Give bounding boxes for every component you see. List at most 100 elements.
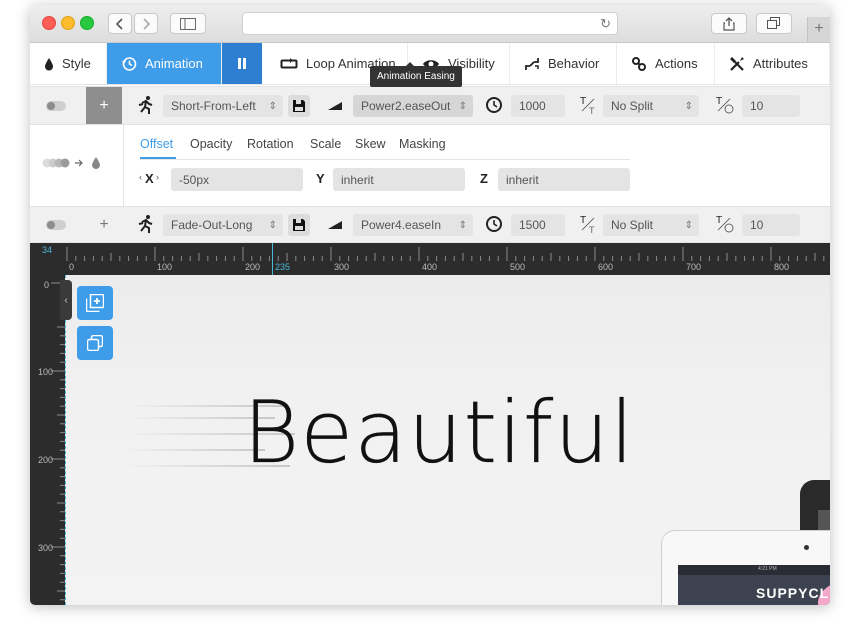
tab-animation[interactable]: Animation: [107, 43, 222, 84]
running-man-icon: [138, 215, 153, 233]
save-preset-button[interactable]: [288, 95, 310, 117]
subtab-rotation[interactable]: Rotation: [247, 137, 294, 151]
in-animation-toggle[interactable]: [46, 101, 66, 111]
tab-label: Style: [62, 56, 91, 71]
subtab-masking[interactable]: Masking: [399, 137, 446, 151]
z-axis-label: Z: [480, 171, 488, 186]
split-delay-icon: T: [716, 96, 734, 114]
tab-attributes[interactable]: Attributes: [715, 43, 830, 84]
out-animation-row: + Fade-Out-Long Power4.easeIn 1500 T T No…: [30, 206, 830, 243]
active-subtab-indicator: [140, 157, 176, 159]
out-split-delay-input[interactable]: 10: [742, 214, 800, 236]
save-out-preset-button[interactable]: [288, 214, 310, 236]
easing-icon: [328, 221, 342, 229]
ruler-corner-value: 34: [42, 245, 53, 255]
tablet-image-layer[interactable]: 4:21 PM SUPPYCLIC: [661, 530, 830, 605]
loop-icon: [280, 57, 298, 68]
in-transition-select[interactable]: Short-From-Left: [163, 95, 283, 117]
svg-text:T: T: [716, 215, 722, 226]
pause-animation-button[interactable]: [222, 43, 262, 84]
tab-label: Behavior: [548, 56, 600, 71]
horizontal-ruler: 34 0 100 200 235 300 400 500 600 700 800: [30, 243, 830, 275]
tab-label: Animation: [145, 56, 203, 71]
animation-detail-panel: Offset Opacity Rotation Scale Skew Maski…: [30, 125, 830, 207]
new-tab-button[interactable]: +: [807, 17, 830, 42]
x-axis-arrows-left: ‹: [139, 172, 142, 182]
vruler-label-100: 100: [38, 367, 54, 377]
zoom-window-button[interactable]: [80, 16, 94, 30]
forward-button[interactable]: [134, 13, 158, 34]
drop-icon: [45, 57, 53, 70]
vertical-ruler: 0 100 200 300: [30, 275, 65, 605]
vruler-label-200: 200: [38, 455, 54, 465]
svg-text:T: T: [580, 96, 586, 107]
ruler-label-800: 800: [774, 262, 790, 272]
ruler-label-100: 100: [157, 262, 173, 272]
x-axis-label: X: [145, 171, 154, 186]
browser-window: ↻ + Style Animation Loop Animation Visib…: [30, 5, 830, 605]
out-duration-input[interactable]: 1500: [511, 214, 565, 236]
share-icon: [723, 16, 735, 31]
ruler-label-200: 200: [245, 262, 261, 272]
back-button[interactable]: [108, 13, 132, 34]
subtab-scale[interactable]: Scale: [310, 137, 341, 151]
split-text-icon: TT: [580, 96, 595, 114]
minimize-window-button[interactable]: [61, 16, 75, 30]
close-window-button[interactable]: [42, 16, 56, 30]
offset-x-input[interactable]: -50px: [171, 168, 303, 191]
share-button[interactable]: [711, 13, 747, 34]
layer-panel-toggle[interactable]: ‹: [60, 280, 72, 320]
tab-label: Attributes: [753, 56, 808, 71]
link-icon: [632, 56, 646, 71]
subtab-skew[interactable]: Skew: [355, 137, 386, 151]
browser-toolbar: ↻ +: [30, 5, 830, 43]
ruler-position-marker: [272, 243, 273, 275]
ruler-label-400: 400: [422, 262, 438, 272]
offset-z-input[interactable]: inherit: [498, 168, 630, 191]
add-layer-button[interactable]: [77, 286, 113, 320]
in-duration-input[interactable]: 1000: [511, 95, 565, 117]
slide-canvas[interactable]: Beautiful 4:21 PM SUPPYCLIC: [65, 275, 830, 605]
duplicate-layer-button[interactable]: [77, 326, 113, 360]
reload-icon[interactable]: ↻: [600, 16, 611, 32]
ruler-marker-value: 235: [275, 262, 291, 272]
property-subtabs: Offset Opacity Rotation Scale Skew Maski…: [140, 137, 630, 160]
chevron-left-icon: [115, 17, 123, 30]
tablet-status-bar: 4:21 PM: [678, 565, 830, 575]
headline-layer[interactable]: Beautiful: [243, 383, 635, 483]
subtab-opacity[interactable]: Opacity: [190, 137, 232, 151]
out-transition-select[interactable]: Fade-Out-Long: [163, 214, 283, 236]
behavior-icon: [525, 57, 539, 70]
offset-y-input[interactable]: inherit: [333, 168, 465, 191]
add-keyframe-button[interactable]: +: [86, 87, 122, 124]
tablet-status-time: 4:21 PM: [758, 566, 777, 572]
tab-label: Actions: [655, 56, 698, 71]
out-animation-toggle[interactable]: [46, 220, 66, 230]
vertical-ruler-ticks: [51, 282, 65, 601]
out-easing-select[interactable]: Power4.easeIn: [353, 214, 473, 236]
tab-style[interactable]: Style: [30, 43, 107, 84]
in-split-delay-input[interactable]: 10: [742, 95, 800, 117]
address-bar[interactable]: ↻: [242, 12, 618, 35]
ruler-label-300: 300: [334, 262, 350, 272]
sidebar-button[interactable]: [170, 13, 206, 34]
add-out-keyframe-button[interactable]: +: [86, 207, 122, 242]
in-easing-select[interactable]: Power2.easeOut: [353, 95, 473, 117]
tablet-screen: 4:21 PM SUPPYCLIC: [678, 565, 830, 605]
chevron-right-icon: [143, 17, 151, 30]
ruler-label-0: 0: [69, 262, 75, 272]
in-animation-row: + Short-From-Left Power2.easeOut 1000 TT…: [30, 86, 830, 125]
vruler-label-300: 300: [38, 543, 54, 553]
tab-actions[interactable]: Actions: [617, 43, 715, 84]
floppy-icon: [293, 100, 305, 112]
tabs-overview-button[interactable]: [756, 13, 792, 34]
out-split-select[interactable]: No Split: [603, 214, 699, 236]
left-guide-line: [65, 275, 66, 605]
svg-text:T: T: [580, 215, 586, 226]
ruler-label-700: 700: [686, 262, 702, 272]
tablet-brand-text: SUPPYCLIC: [756, 585, 830, 601]
tab-behavior[interactable]: Behavior: [510, 43, 617, 84]
subtab-offset[interactable]: Offset: [140, 137, 173, 151]
in-split-select[interactable]: No Split: [603, 95, 699, 117]
svg-text:T: T: [589, 106, 595, 114]
